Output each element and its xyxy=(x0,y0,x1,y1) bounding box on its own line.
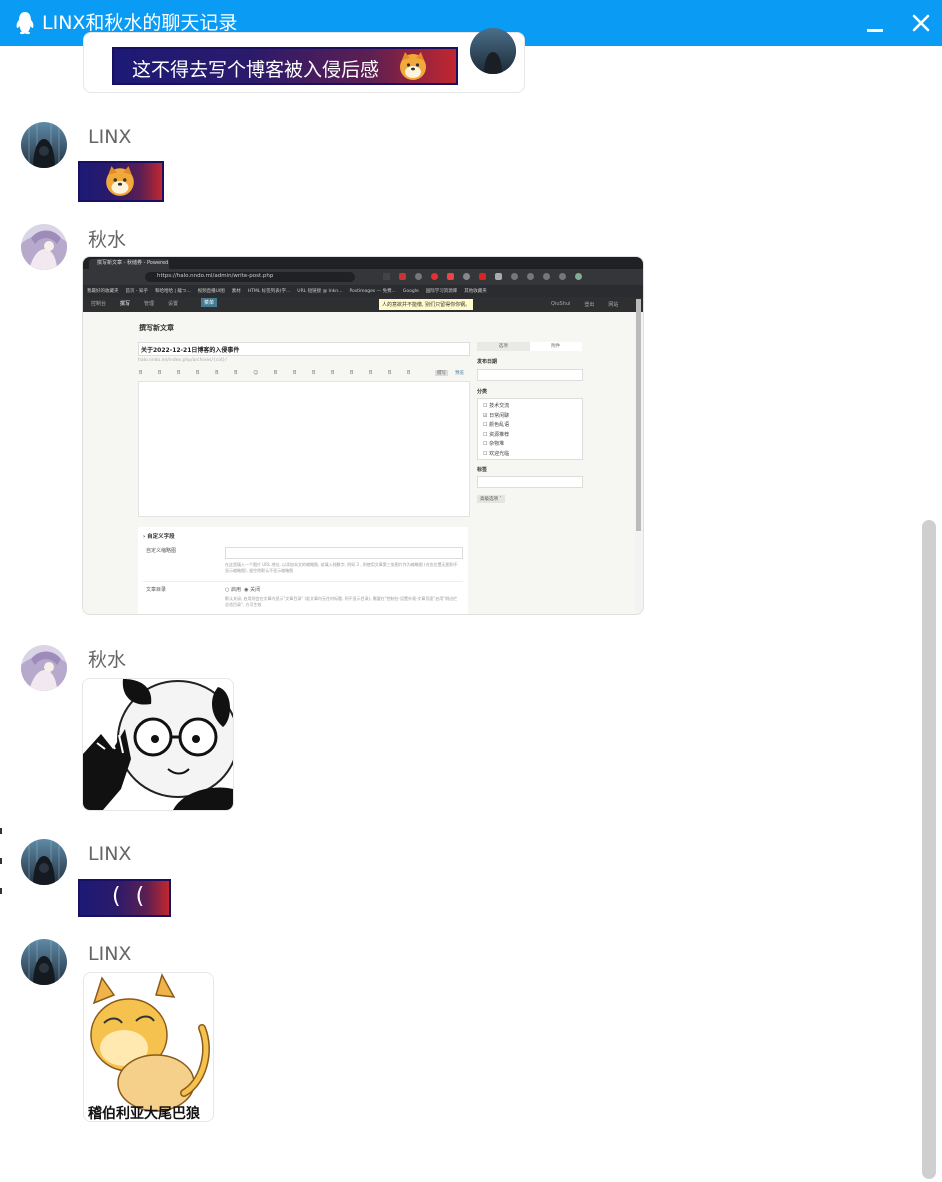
toc-help: 默认关闭, 启用则会在文章内显示"文章目录" (若文章内无任何标题, 则不显示目… xyxy=(225,596,458,607)
side-tab-attachments[interactable]: 附件 xyxy=(529,342,582,351)
side-tabs[interactable]: 选项 附件 xyxy=(477,342,582,351)
admin-nav-right-item[interactable]: QiuShui xyxy=(551,301,570,308)
toc-label: 文章目录 xyxy=(146,587,167,593)
bookmarks-bar: 我最好的收藏夹 首页 - 知乎 和哈哈哈 | 龍つ... 视频直播UI图 素材 HTML … xyxy=(83,285,643,297)
edge-mark xyxy=(0,888,2,894)
admin-nav-item[interactable]: 管理 xyxy=(144,300,154,307)
publish-date-input[interactable] xyxy=(477,369,583,381)
post-title-value: 关于2022-12-21日博客的入侵事件 xyxy=(141,347,240,354)
thumb-input[interactable] xyxy=(225,547,463,559)
avatar-qiushui xyxy=(21,645,67,691)
bookmark-item[interactable]: 国际学习资源库 xyxy=(426,288,458,294)
side-tab-options[interactable]: 选项 xyxy=(477,342,530,351)
chat-scrollbar[interactable] xyxy=(922,520,936,1179)
sender-name: LINX xyxy=(88,126,132,148)
admin-nav-right-item[interactable]: 登出 xyxy=(584,301,594,308)
sender-name: LINX xyxy=(88,943,132,965)
bookmark-item[interactable]: Postimages — 免费... xyxy=(349,288,395,294)
category-item[interactable]: ☐ 颜色乱语 xyxy=(483,421,509,428)
nav-badge: 菜单 xyxy=(201,298,218,307)
category-item[interactable]: ☐ 资源推荐 xyxy=(483,431,509,438)
minimize-button[interactable] xyxy=(862,12,888,36)
close-icon xyxy=(912,14,930,32)
sender-name: 秋水 xyxy=(88,229,127,251)
fox-sticker[interactable]: 稽伯利亚大尾巴狼 xyxy=(83,972,214,1122)
toolbar-right-preview[interactable]: 预览 xyxy=(455,370,464,376)
admin-nav-item[interactable]: 控制台 xyxy=(91,300,106,307)
bookmark-item[interactable]: 首页 - 知乎 xyxy=(126,288,148,294)
toolbar-right-write[interactable]: 撰写 xyxy=(435,370,448,376)
toc-radio[interactable]: ○ 启用 ◉ 关闭 xyxy=(225,586,260,593)
shiba-emoji-icon xyxy=(400,52,426,80)
page-title: 撰写新文章 xyxy=(139,324,174,332)
bookmark-item[interactable]: 素材 xyxy=(232,288,241,294)
category-item[interactable]: ☐ 技术交流 xyxy=(483,402,509,409)
custom-fields-label: › 自定义字段 xyxy=(143,534,175,540)
bookmark-item[interactable]: 视频直播UI图 xyxy=(198,288,225,294)
toc-off: 关闭 xyxy=(250,587,261,593)
admin-nav-item[interactable]: 撰写 xyxy=(120,300,130,307)
toc-on: 启用 xyxy=(230,587,241,593)
tags-label: 标签 xyxy=(477,467,488,473)
browser-tab-title: 撰写新文章 - 秋储券 - Powered xyxy=(97,260,169,266)
thumb-label: 自定义缩略图 xyxy=(146,548,177,554)
sender-name: 秋水 xyxy=(88,649,127,671)
category-item[interactable]: ☑ 日常闲聊 xyxy=(483,412,509,419)
advanced-button[interactable]: 高级选项 ˇ xyxy=(477,495,505,503)
category-item[interactable]: ☐ 杂物堆 xyxy=(483,440,504,447)
bookmark-item[interactable]: 我最好的收藏夹 xyxy=(87,288,119,294)
admin-nav-item[interactable]: 设置 xyxy=(168,300,178,307)
notice: 人的意欲并不能缴, 别们只留得你你钢。 xyxy=(379,299,474,310)
browser-scrollbar[interactable] xyxy=(636,299,641,531)
close-button[interactable] xyxy=(908,10,934,36)
bookmark-item[interactable]: 其他收藏夹 xyxy=(464,288,487,294)
edge-mark xyxy=(0,828,2,834)
avatar-linx xyxy=(21,839,67,885)
edge-mark xyxy=(0,858,2,864)
avatar-linx xyxy=(21,939,67,985)
browser-url: https://halo.nndo.ml/admin/write-post.ph… xyxy=(157,273,274,279)
strip-text: ( ( xyxy=(112,884,149,909)
message-bubble[interactable]: 这不得去写个博客被入侵后感 xyxy=(83,32,525,93)
avatar-qiushui xyxy=(21,224,67,270)
category-label: 分类 xyxy=(477,389,488,395)
shiba-emoji-icon xyxy=(106,166,134,196)
thumb-help: 在这里填入一个图片 URL 地址, 以添加本文的缩略图, 若填入纯数字, 例如 … xyxy=(225,562,458,573)
bookmark-item[interactable]: URL 短链接 @ Inkn... xyxy=(297,288,342,294)
banner-text: 这不得去写个博客被入侵后感 xyxy=(132,59,380,81)
custom-fields: › 自定义字段 自定义缩略图 在这里填入一个图片 URL 地址, 以添加本文的缩… xyxy=(138,527,468,614)
admin-nav-right-item[interactable]: 网站 xyxy=(608,301,618,308)
sender-name: LINX xyxy=(88,843,132,865)
screenshot-image[interactable]: 撰写新文章 - 秋储券 - Powered https://halo.nndo.… xyxy=(82,256,644,615)
minimize-icon xyxy=(867,29,883,32)
sticker-caption: 稽伯利亚大尾巴狼 xyxy=(88,1106,200,1122)
editor-area[interactable] xyxy=(138,381,470,517)
post-title-field[interactable]: 关于2022-12-21日博客的入侵事件 xyxy=(138,342,470,356)
avatar xyxy=(470,28,516,74)
publish-date-label: 发布日期 xyxy=(477,359,498,365)
browser-tabstrip: 撰写新文章 - 秋储券 - Powered xyxy=(83,257,643,269)
browser-toolbar: https://halo.nndo.ml/admin/write-post.ph… xyxy=(83,269,643,285)
bookmark-item[interactable]: 和哈哈哈 | 龍つ... xyxy=(155,288,191,294)
admin-page: 撰写新文章 关于2022-12-21日博客的入侵事件 halo.nndo.ml/… xyxy=(83,312,635,614)
admin-nav: 控制台 撰写 管理 设置 菜单 人的意欲并不能缴, 别们只留得你你钢。 QiuShui… xyxy=(83,297,643,312)
panda-sticker[interactable] xyxy=(82,678,234,811)
editor-toolbar[interactable]: B B B B B B ☺ B B B B B B B B xyxy=(139,370,418,376)
qq-penguin-icon xyxy=(16,12,34,35)
permalink: halo.nndo.ml/index.php/archives/{cid}/ xyxy=(138,358,227,363)
sticker-strip[interactable] xyxy=(78,161,164,202)
bookmark-item[interactable]: Google xyxy=(403,289,419,294)
category-list: ☐ 技术交流 ☑ 日常闲聊 ☐ 颜色乱语 ☐ 资源推荐 ☐ 杂物堆 ☐ 欢迎光临 xyxy=(477,398,583,460)
category-item[interactable]: ☐ 欢迎光临 xyxy=(483,450,509,457)
avatar-linx xyxy=(21,122,67,168)
bookmark-item[interactable]: HTML 标签列表(字... xyxy=(248,288,291,294)
tags-input[interactable] xyxy=(477,476,583,488)
sticker-strip[interactable]: ( ( xyxy=(78,879,171,917)
